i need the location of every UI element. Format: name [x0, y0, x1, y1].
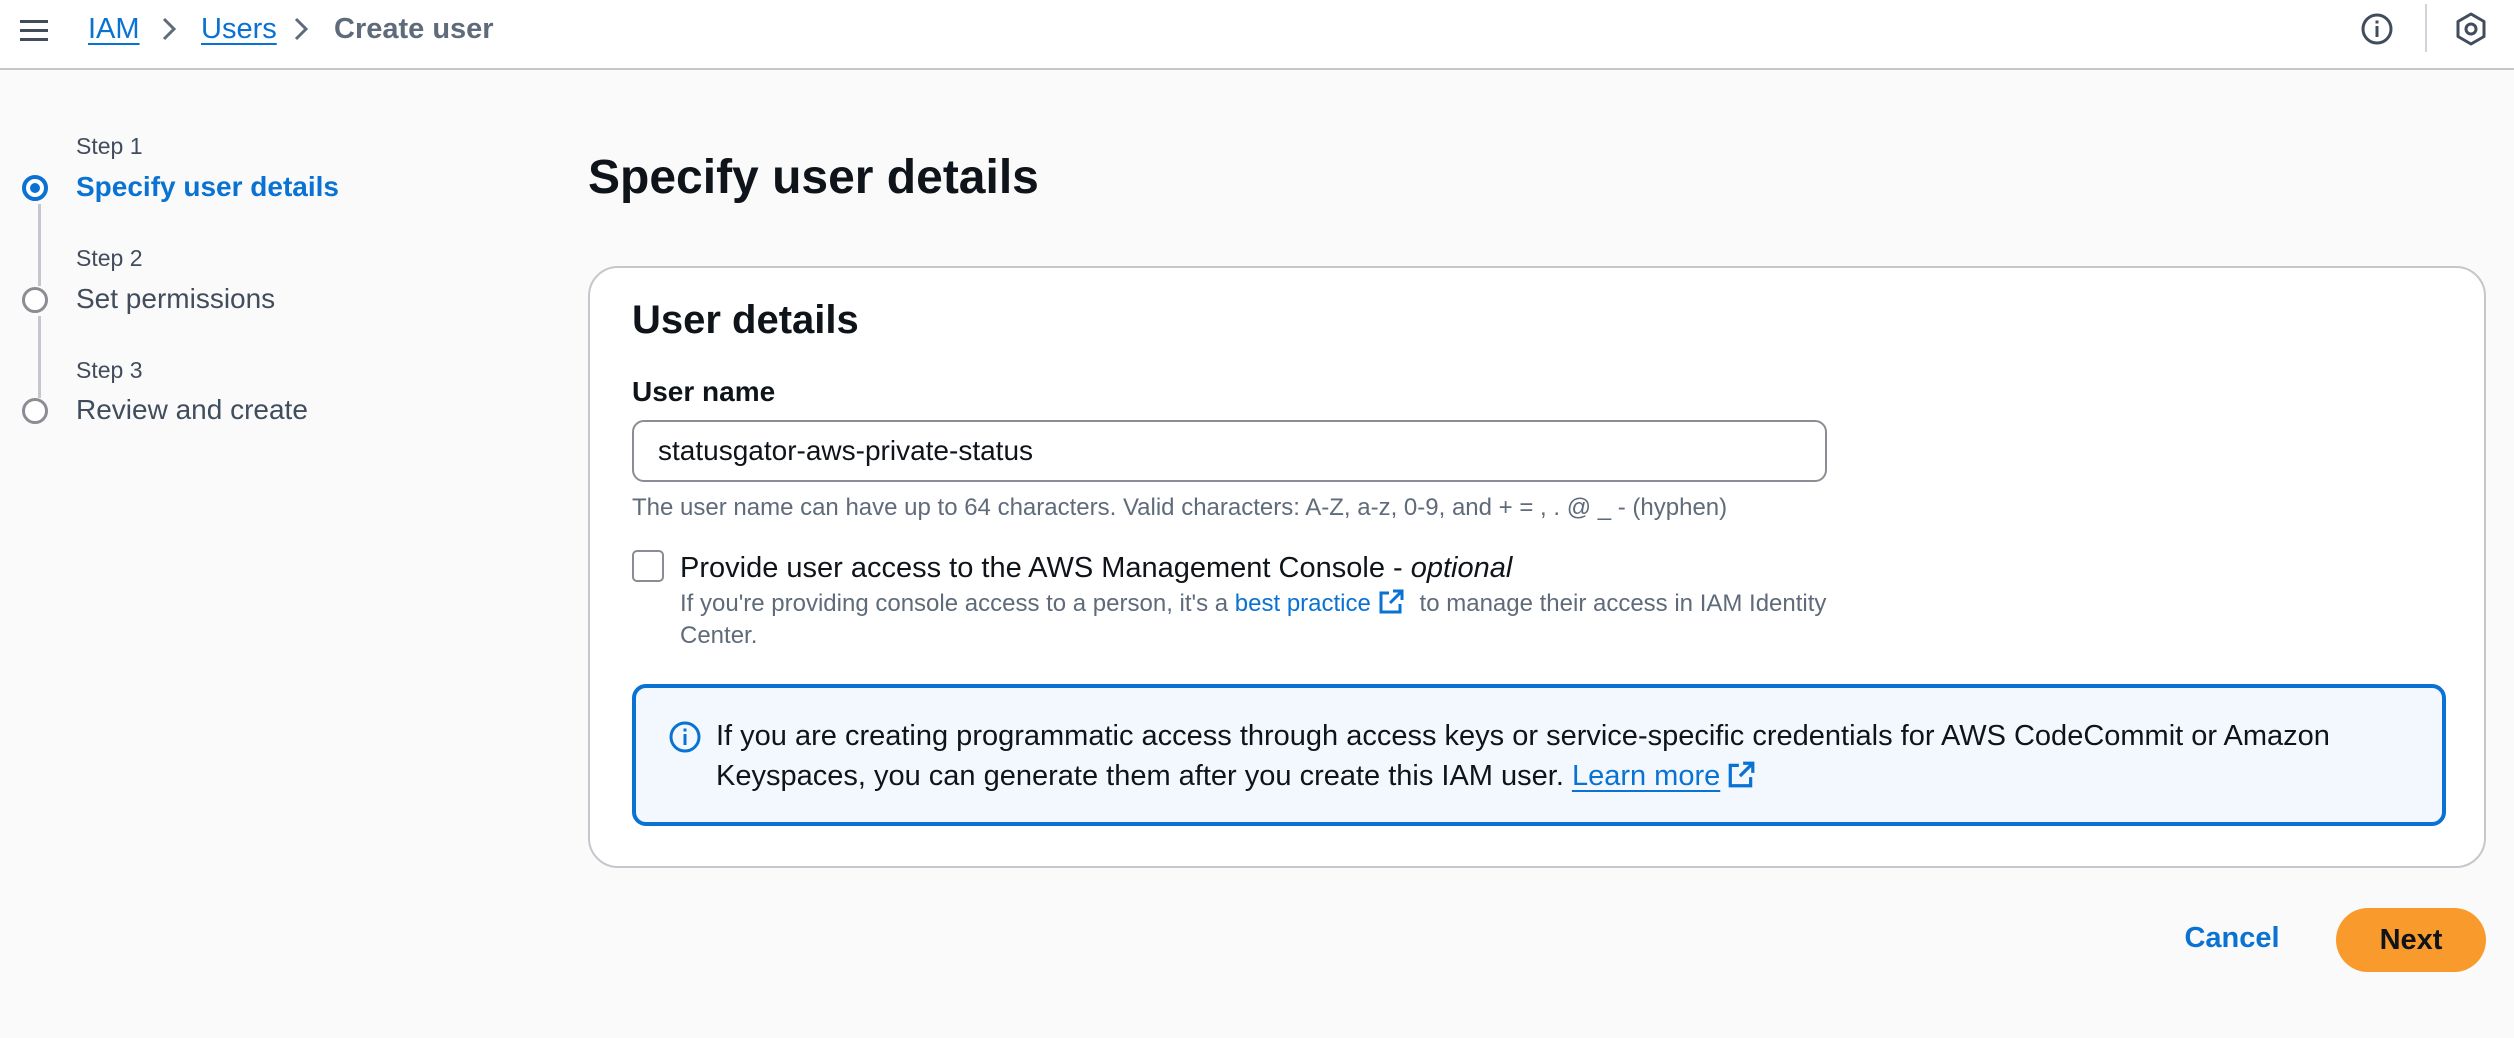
breadcrumb-users[interactable]: Users	[201, 12, 277, 46]
page-title: Specify user details	[588, 151, 1039, 204]
step-connector	[38, 204, 41, 286]
user-name-constraint-text: The user name can have up to 64 characte…	[632, 494, 1728, 521]
hamburger-menu-icon[interactable]	[18, 14, 50, 46]
step-3-label: Step 3	[76, 357, 143, 383]
toolbar-divider	[2425, 4, 2427, 52]
step-1-indicator	[22, 175, 48, 201]
console-access-label[interactable]: Provide user access to the AWS Managemen…	[680, 552, 1512, 585]
breadcrumb-iam[interactable]: IAM	[88, 12, 140, 46]
chevron-right-icon	[162, 17, 177, 41]
console-access-checkbox[interactable]	[632, 550, 664, 582]
alert-text: If you are creating programmatic access …	[716, 720, 2330, 792]
user-details-card: User details User name statusgator-aws-p…	[588, 266, 2486, 868]
console-access-label-text: Provide user access to the AWS Managemen…	[680, 552, 1411, 584]
step-3-title: Review and create	[76, 394, 308, 425]
step-connector	[38, 316, 41, 398]
console-access-desc-before: If you're providing console access to a …	[680, 590, 1235, 617]
external-link-icon[interactable]	[1726, 760, 1756, 790]
top-navigation-bar: IAM Users Create user	[0, 0, 2514, 70]
optional-tag: optional	[1410, 552, 1513, 584]
best-practice-link[interactable]: best practice	[1235, 590, 1371, 617]
step-2-title: Set permissions	[76, 283, 276, 314]
step-2-label: Step 2	[76, 245, 143, 271]
step-1-title[interactable]: Specify user details	[76, 171, 339, 203]
info-icon	[669, 721, 701, 753]
chevron-right-icon	[294, 17, 309, 41]
user-name-input[interactable]: statusgator-aws-private-status	[632, 420, 1827, 482]
card-title: User details	[632, 298, 859, 342]
console-access-description: If you're providing console access to a …	[680, 588, 1840, 652]
user-name-label: User name	[632, 376, 776, 407]
settings-icon[interactable]	[2453, 11, 2489, 47]
next-button[interactable]: Next	[2336, 908, 2486, 972]
cancel-button[interactable]: Cancel	[2180, 922, 2284, 962]
alert-message: If you are creating programmatic access …	[716, 716, 2416, 796]
step-2-indicator	[22, 287, 48, 313]
step-1-label: Step 1	[76, 133, 143, 159]
info-alert: If you are creating programmatic access …	[632, 684, 2446, 826]
external-link-icon[interactable]	[1377, 588, 1405, 616]
step-3-indicator	[22, 398, 48, 424]
info-icon[interactable]	[2360, 12, 2394, 46]
breadcrumb-create-user: Create user	[334, 13, 494, 45]
learn-more-link[interactable]: Learn more	[1572, 760, 1720, 792]
